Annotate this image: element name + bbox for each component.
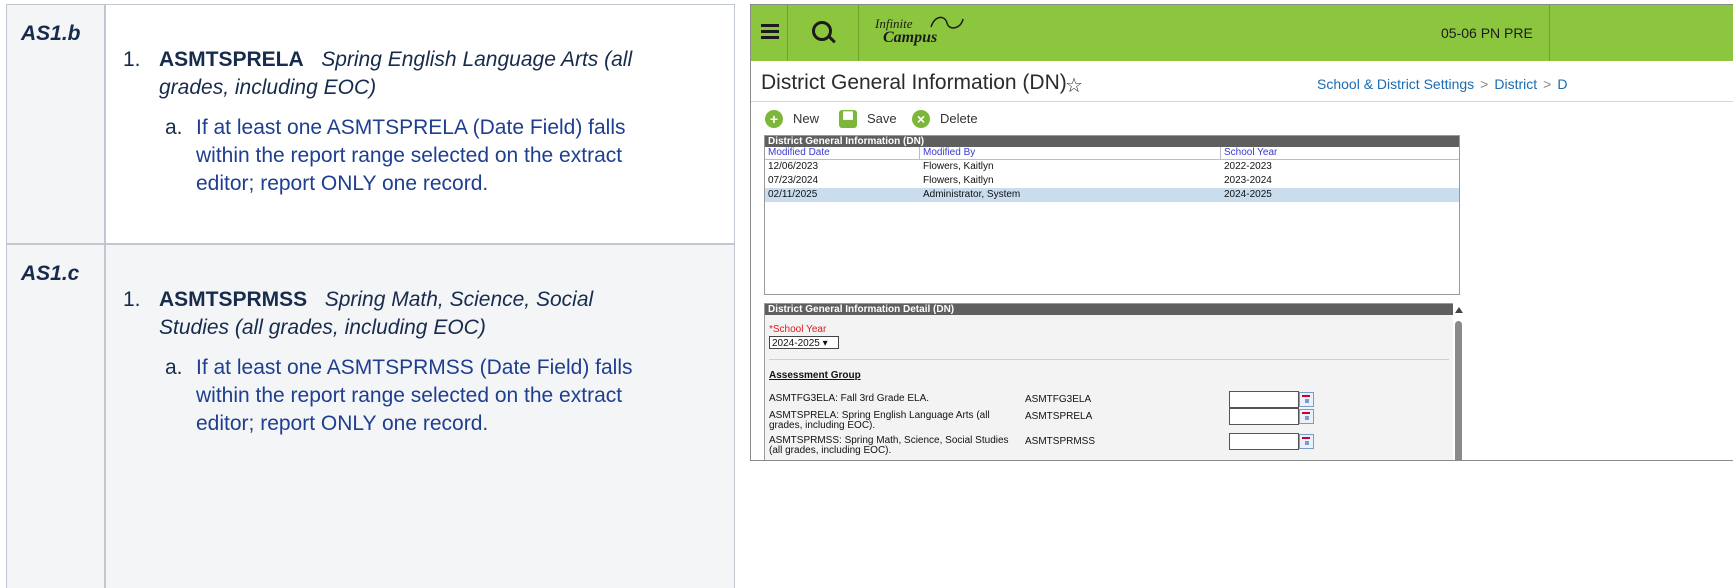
documentation-table: AS1.b 1. ASMTSPRELA Spring English Langu… (6, 4, 735, 588)
field-label: ASMTSPRELA: Spring English Language Arts… (769, 410, 990, 431)
item-number: 1. (123, 48, 141, 71)
list-item: 1. ASMTSPRELA Spring English Language Ar… (123, 46, 724, 102)
cell-school-year: 2024-2025 (1224, 189, 1272, 200)
calendar-icon[interactable] (1299, 392, 1314, 407)
star-icon[interactable]: ☆ (1065, 73, 1083, 98)
row-key: AS1.c (21, 262, 80, 285)
breadcrumb: School & District Settings > District > D (1317, 76, 1567, 92)
field-code: ASMTSPRELA (1025, 411, 1093, 422)
item-number: 1. (123, 288, 141, 311)
hamburger-icon (761, 24, 779, 40)
menu-button[interactable] (751, 5, 788, 61)
breadcrumb-link[interactable]: District (1494, 76, 1537, 92)
cell-modified-date: 12/06/2023 (768, 161, 819, 172)
table-row[interactable]: 07/23/2024 Flowers, Kaitlyn 2023-2024 (765, 174, 1459, 188)
school-year-select[interactable]: 2024-2025 ▾ (769, 336, 839, 349)
field-description-cont: grades, including EOC) (159, 76, 377, 99)
search-icon (812, 21, 832, 41)
breadcrumb-link[interactable]: D (1557, 76, 1567, 92)
rule-text-line: If at least one ASMTSPRMSS (Date Field) … (196, 356, 633, 379)
divider (769, 359, 1449, 360)
date-input[interactable] (1229, 408, 1299, 425)
save-icon: ▀ (839, 110, 857, 128)
cell-modified-by: Flowers, Kaitlyn (923, 175, 994, 186)
app-screenshot: Infinite Campus 05-06 PN PRE District Ge… (750, 4, 1733, 461)
field-description: Spring English Language Arts (all (321, 48, 633, 71)
table-row-selected[interactable]: 02/11/2025 Administrator, System 2024-20… (765, 188, 1459, 202)
list-item: 1. ASMTSPRMSS Spring Math, Science, Soci… (123, 286, 724, 342)
logo-swoosh-icon (930, 16, 964, 29)
new-label: New (793, 111, 820, 126)
scroll-up-icon[interactable] (1455, 307, 1463, 313)
page-title: District General Information (DN) (761, 71, 1067, 94)
row-key-cell: AS1.c (7, 245, 106, 588)
cell-school-year: 2022-2023 (1224, 161, 1272, 172)
rule-text-line: editor; report ONLY one record. (196, 172, 489, 195)
calendar-icon[interactable] (1299, 409, 1314, 424)
field-code: ASMTSPRELA (159, 48, 304, 71)
field-description: Spring Math, Science, Social (324, 288, 594, 311)
field-code: ASMTFG3ELA (1025, 394, 1092, 405)
sub-item-number: a. (165, 116, 183, 139)
calendar-icon[interactable] (1299, 434, 1314, 449)
detail-title: District General Information Detail (DN) (765, 304, 1453, 315)
date-input[interactable] (1229, 433, 1299, 450)
page-header: District General Information (DN) ☆ Scho… (751, 61, 1733, 102)
column-header[interactable]: Modified Date (768, 147, 830, 158)
grid-header-row: Modified Date Modified By School Year (765, 147, 1459, 160)
cell-modified-by: Administrator, System (923, 189, 1021, 200)
sub-item-number: a. (165, 356, 183, 379)
campus-logo: Infinite Campus (875, 16, 964, 46)
rule-text-line: editor; report ONLY one record. (196, 412, 489, 435)
chevron-right-icon: > (1543, 76, 1552, 92)
row-content: 1. ASMTSPRMSS Spring Math, Science, Soci… (123, 286, 724, 438)
row-key: AS1.b (21, 22, 81, 45)
scroll-thumb[interactable] (1455, 321, 1462, 460)
field-label: ASMTFG3ELA: Fall 3rd Grade ELA. (769, 393, 930, 404)
doc-row-as1b: AS1.b 1. ASMTSPRELA Spring English Langu… (7, 5, 734, 245)
close-icon: × (912, 110, 930, 128)
column-header[interactable]: Modified By (923, 147, 975, 158)
search-button[interactable] (788, 5, 859, 61)
rule-text-line: within the report range selected on the … (196, 384, 623, 407)
field-label: ASMTSPRMSS: Spring Math, Science, Social… (769, 435, 1009, 456)
breadcrumb-link[interactable]: School & District Settings (1317, 76, 1474, 92)
plus-icon: + (765, 110, 783, 128)
doc-row-as1c: AS1.c 1. ASMTSPRMSS Spring Math, Science… (7, 245, 734, 588)
column-header[interactable]: School Year (1224, 147, 1277, 158)
table-row[interactable]: 12/06/2023 Flowers, Kaitlyn 2022-2023 (765, 160, 1459, 174)
cell-modified-date: 07/23/2024 (768, 175, 819, 186)
grid-title: District General Information (DN) (765, 136, 1459, 147)
vertical-scrollbar[interactable] (1453, 303, 1465, 460)
row-key-cell: AS1.b (7, 5, 106, 243)
chevron-right-icon: > (1480, 76, 1489, 92)
save-label: Save (867, 111, 897, 126)
row-content: 1. ASMTSPRELA Spring English Language Ar… (123, 46, 724, 198)
cell-modified-by: Flowers, Kaitlyn (923, 161, 994, 172)
detail-panel: District General Information Detail (DN)… (764, 303, 1454, 460)
top-nav-bar: Infinite Campus 05-06 PN PRE (751, 5, 1733, 61)
sub-list-item: a. If at least one ASMTSPRMSS (Date Fiel… (123, 354, 724, 438)
delete-label: Delete (940, 111, 978, 126)
cell-modified-date: 02/11/2025 (768, 189, 818, 200)
school-year-label: *School Year (769, 324, 827, 335)
field-code: ASMTSPRMSS (1025, 436, 1096, 447)
records-grid: District General Information (DN) Modifi… (764, 135, 1460, 295)
field-description-cont: Studies (all grades, including EOC) (159, 316, 486, 339)
cell-school-year: 2023-2024 (1224, 175, 1272, 186)
date-input[interactable] (1229, 391, 1299, 408)
school-selector[interactable]: 05-06 PN PRE (1441, 25, 1533, 41)
rule-text-line: If at least one ASMTSPRELA (Date Field) … (196, 116, 626, 139)
rule-text-line: within the report range selected on the … (196, 144, 623, 167)
sub-list-item: a. If at least one ASMTSPRELA (Date Fiel… (123, 114, 724, 198)
field-code: ASMTSPRMSS (159, 288, 308, 311)
divider (1549, 5, 1550, 61)
assessment-group-heading: Assessment Group (769, 370, 861, 381)
